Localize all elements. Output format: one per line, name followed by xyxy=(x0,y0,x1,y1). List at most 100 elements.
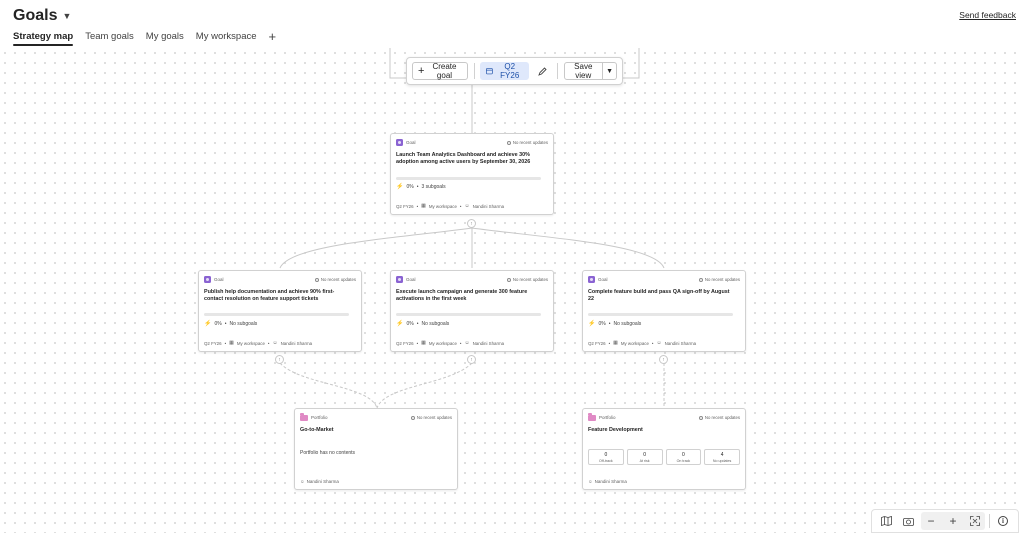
card-owner: Nandini Sharma xyxy=(306,479,339,484)
save-view-dropdown[interactable]: ▼ xyxy=(603,62,617,80)
progress-text: 0% xyxy=(598,320,606,327)
subgoals-text: No subgoals xyxy=(421,320,450,327)
status-icon xyxy=(698,415,703,420)
chevron-down-icon: ▼ xyxy=(62,11,72,21)
card-type: Goal xyxy=(406,140,416,145)
stat-at-risk: 0 At risk xyxy=(626,449,663,465)
card-quarter: Q2 FY26 xyxy=(396,203,414,209)
workspace-icon: ▦ xyxy=(229,340,234,346)
separator-dot: • xyxy=(416,320,419,327)
goal-card[interactable]: Goal No recent updates Execute launch ca… xyxy=(390,270,554,352)
card-title: Go-to-Market xyxy=(300,427,334,433)
card-type: Goal xyxy=(406,277,416,282)
plus-icon: + xyxy=(418,64,425,77)
portfolio-card[interactable]: Portfolio No recent updates Feature Deve… xyxy=(582,408,746,490)
separator-dot: • xyxy=(416,340,419,346)
card-owner: Nandini Sharma xyxy=(594,479,627,484)
separator-dot: • xyxy=(224,320,227,327)
goal-icon xyxy=(588,276,595,283)
create-goal-button[interactable]: + Create goal xyxy=(412,62,468,80)
info-button[interactable]: i xyxy=(994,512,1012,530)
status-icon xyxy=(698,277,703,282)
card-workspace: My workspace xyxy=(428,340,457,346)
expand-collapse-button[interactable]: ↑ xyxy=(467,355,476,364)
status-icon xyxy=(410,415,415,420)
card-quarter: Q2 FY26 xyxy=(588,340,606,346)
fit-to-screen-button[interactable] xyxy=(966,512,984,530)
map-view-button[interactable] xyxy=(877,512,895,530)
zoom-out-button[interactable]: − xyxy=(922,512,940,530)
save-view-split-button: Save view ▼ xyxy=(563,62,617,80)
separator-dot: • xyxy=(416,203,419,209)
tab-my-workspace[interactable]: My workspace xyxy=(196,31,257,46)
goal-icon xyxy=(396,139,403,146)
highlight-pen-button[interactable] xyxy=(535,62,550,80)
stat-number: 4 xyxy=(720,451,724,458)
card-type: Goal xyxy=(598,277,608,282)
card-workspace: My workspace xyxy=(236,340,265,346)
separator-dot: • xyxy=(459,340,462,346)
goal-card[interactable]: Goal No recent updates Complete feature … xyxy=(582,270,746,352)
send-feedback-link[interactable]: Send feedback xyxy=(959,10,1016,20)
stat-label: On track xyxy=(676,458,691,463)
card-owner: Nandini Sharma xyxy=(472,203,505,209)
tab-my-goals[interactable]: My goals xyxy=(146,31,184,46)
minus-icon: − xyxy=(927,514,935,528)
progress-text: 0% xyxy=(214,320,222,327)
card-workspace: My workspace xyxy=(620,340,649,346)
card-status: No recent updates xyxy=(416,415,452,420)
card-title: Execute launch campaign and generate 300… xyxy=(396,289,528,303)
app-title-menu[interactable]: Goals ▼ xyxy=(13,7,71,25)
card-title: Feature Development xyxy=(588,427,643,433)
card-title: Complete feature build and pass QA sign-… xyxy=(588,289,730,303)
goal-icon xyxy=(204,276,211,283)
expand-collapse-button[interactable]: ↑ xyxy=(467,219,476,228)
goal-card-root[interactable]: Goal No recent updates Launch Team Analy… xyxy=(390,133,554,215)
bolt-icon: ⚡ xyxy=(588,321,596,327)
card-status: No recent updates xyxy=(512,140,548,145)
workspace-icon: ▦ xyxy=(421,340,426,346)
stat-no-updates: 4 No updates xyxy=(704,449,740,465)
bolt-icon: ⚡ xyxy=(396,321,404,327)
folder-icon xyxy=(588,413,596,421)
card-quarter: Q2 FY26 xyxy=(204,340,222,346)
separator-dot: • xyxy=(267,340,270,346)
person-icon: ☺ xyxy=(464,340,470,346)
zoom-group: − + xyxy=(921,512,985,530)
status-icon xyxy=(506,277,511,282)
tab-strategy-map[interactable]: Strategy map xyxy=(13,31,74,46)
stat-off-track: 0 Off-track xyxy=(588,449,624,465)
separator-dot: • xyxy=(459,203,462,209)
zoom-in-button[interactable]: + xyxy=(944,512,962,530)
card-owner: Nandini Sharma xyxy=(280,340,313,346)
chevron-down-icon: ▼ xyxy=(606,67,613,75)
card-status: No recent updates xyxy=(320,277,356,282)
bolt-icon: ⚡ xyxy=(396,184,404,190)
separator-dot: • xyxy=(416,183,419,190)
quarter-filter-button[interactable]: Q2 FY26 xyxy=(480,62,530,80)
progress-bar xyxy=(396,177,541,180)
stat-number: 0 xyxy=(643,451,647,458)
workspace-icon: ▦ xyxy=(421,203,426,209)
person-icon: ☺ xyxy=(656,340,662,346)
map-icon xyxy=(880,516,892,526)
screenshot-button[interactable] xyxy=(899,512,917,530)
separator-dot: • xyxy=(224,340,227,346)
expand-collapse-button[interactable]: ↑ xyxy=(659,355,668,364)
pen-icon xyxy=(538,66,548,76)
person-icon: ☺ xyxy=(464,203,470,209)
stat-number: 0 xyxy=(681,451,685,458)
tab-team-goals[interactable]: Team goals xyxy=(85,31,134,46)
add-tab-icon[interactable]: + xyxy=(269,29,277,44)
expand-collapse-button[interactable]: ↑ xyxy=(275,355,284,364)
card-type: Portfolio xyxy=(311,415,328,420)
goal-card[interactable]: Goal No recent updates Publish help docu… xyxy=(198,270,362,352)
quarter-label: Q2 FY26 xyxy=(500,62,520,80)
subgoals-text: No subgoals xyxy=(613,320,642,327)
zoom-divider xyxy=(989,514,990,528)
save-view-button[interactable]: Save view xyxy=(563,62,604,80)
progress-bar xyxy=(396,313,541,316)
card-owner: Nandini Sharma xyxy=(664,340,697,346)
stat-label: Off-track xyxy=(599,458,613,463)
portfolio-card[interactable]: Portfolio No recent updates Go-to-Market… xyxy=(294,408,458,490)
